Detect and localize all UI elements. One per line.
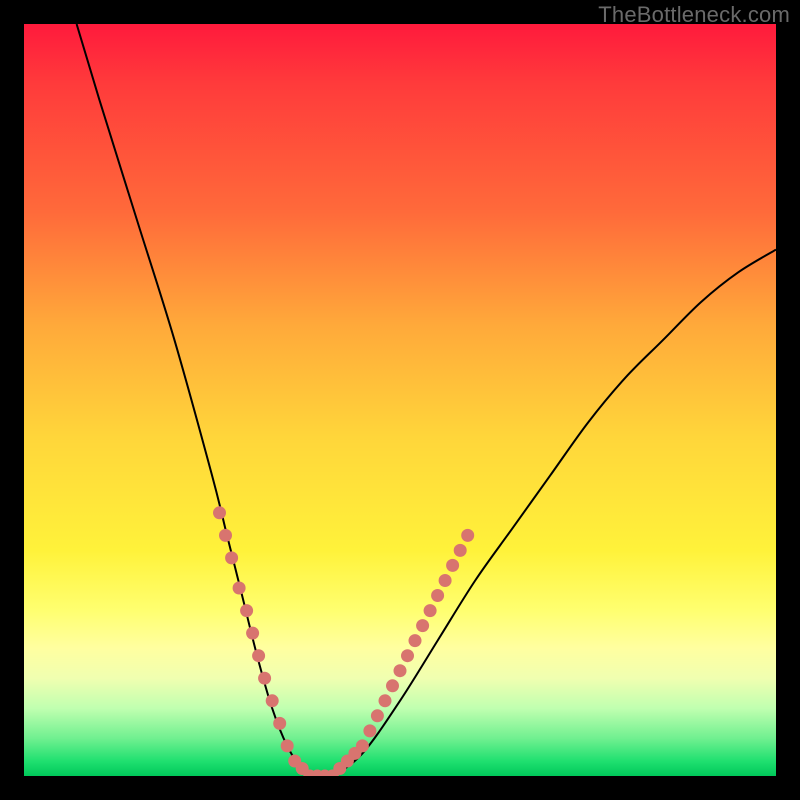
highlight-dot — [219, 529, 232, 542]
highlight-dot — [409, 634, 422, 647]
highlight-dot — [386, 679, 399, 692]
highlight-dot — [281, 739, 294, 752]
highlight-dot — [461, 529, 474, 542]
highlight-dot — [431, 589, 444, 602]
highlight-dot — [213, 506, 226, 519]
highlight-dot — [296, 762, 309, 775]
highlight-dot — [333, 762, 346, 775]
highlight-dot — [401, 649, 414, 662]
highlight-dot — [363, 724, 376, 737]
highlight-dot — [246, 627, 259, 640]
chart-svg — [24, 24, 776, 776]
highlight-dot — [394, 664, 407, 677]
highlight-dot — [348, 747, 361, 760]
highlight-dot — [379, 694, 392, 707]
highlight-dot — [303, 770, 316, 777]
highlight-dot — [326, 770, 339, 777]
highlight-dot — [311, 770, 324, 777]
highlight-dot — [225, 551, 238, 564]
highlight-dot — [266, 694, 279, 707]
highlight-dot — [273, 717, 286, 730]
highlight-dot — [446, 559, 459, 572]
highlight-dot — [439, 574, 452, 587]
watermark-text: TheBottleneck.com — [598, 2, 790, 28]
highlight-dot — [341, 755, 354, 768]
highlight-dot — [371, 709, 384, 722]
bottleneck-curve — [77, 24, 776, 776]
highlight-dot — [240, 604, 253, 617]
highlight-dot — [356, 739, 369, 752]
chart-frame — [24, 24, 776, 776]
highlight-dot — [416, 619, 429, 632]
highlight-dot — [454, 544, 467, 557]
highlight-dot — [318, 770, 331, 777]
highlight-dot — [233, 582, 246, 595]
highlight-dot — [288, 755, 301, 768]
highlight-dot — [424, 604, 437, 617]
highlight-dot — [258, 672, 271, 685]
highlight-dots — [213, 506, 474, 776]
highlight-dot — [252, 649, 265, 662]
